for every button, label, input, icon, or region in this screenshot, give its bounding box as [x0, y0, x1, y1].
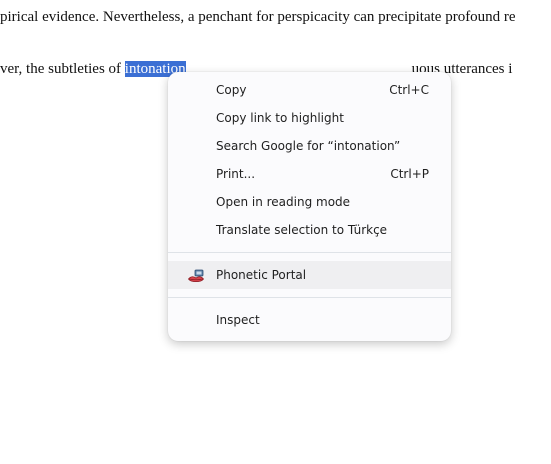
- menu-separator: [168, 252, 451, 253]
- menu-item-shortcut: Ctrl+P: [390, 167, 429, 181]
- menu-item-copy[interactable]: Copy Ctrl+C: [168, 76, 451, 104]
- menu-item-label: Phonetic Portal: [216, 268, 307, 282]
- context-menu: Copy Ctrl+C Copy link to highlight Searc…: [168, 72, 451, 341]
- lips-icon: [187, 267, 205, 283]
- menu-item-label: Print...: [216, 167, 256, 181]
- paragraph-text-before-selection: ver, the subtleties of: [0, 61, 125, 77]
- menu-item-translate-selection[interactable]: Translate selection to Türkçe: [168, 216, 451, 244]
- menu-item-copy-link-to-highlight[interactable]: Copy link to highlight: [168, 104, 451, 132]
- menu-item-label: Inspect: [216, 313, 260, 327]
- menu-item-inspect[interactable]: Inspect: [168, 306, 451, 334]
- menu-item-phonetic-portal[interactable]: Phonetic Portal: [168, 261, 451, 289]
- menu-item-search-google[interactable]: Search Google for “intonation”: [168, 132, 451, 160]
- menu-item-label: Search Google for “intonation”: [216, 139, 401, 153]
- web-page: pirical evidence. Nevertheless, a pencha…: [0, 0, 551, 464]
- paragraph-line-1: pirical evidence. Nevertheless, a pencha…: [0, 9, 516, 25]
- menu-item-open-in-reading-mode[interactable]: Open in reading mode: [168, 188, 451, 216]
- menu-item-print[interactable]: Print... Ctrl+P: [168, 160, 451, 188]
- menu-separator: [168, 297, 451, 298]
- menu-item-label: Copy link to highlight: [216, 111, 344, 125]
- menu-item-label: Translate selection to Türkçe: [216, 223, 388, 237]
- menu-item-shortcut: Ctrl+C: [389, 83, 429, 97]
- menu-item-label: Open in reading mode: [216, 195, 351, 209]
- menu-item-label: Copy: [216, 83, 247, 97]
